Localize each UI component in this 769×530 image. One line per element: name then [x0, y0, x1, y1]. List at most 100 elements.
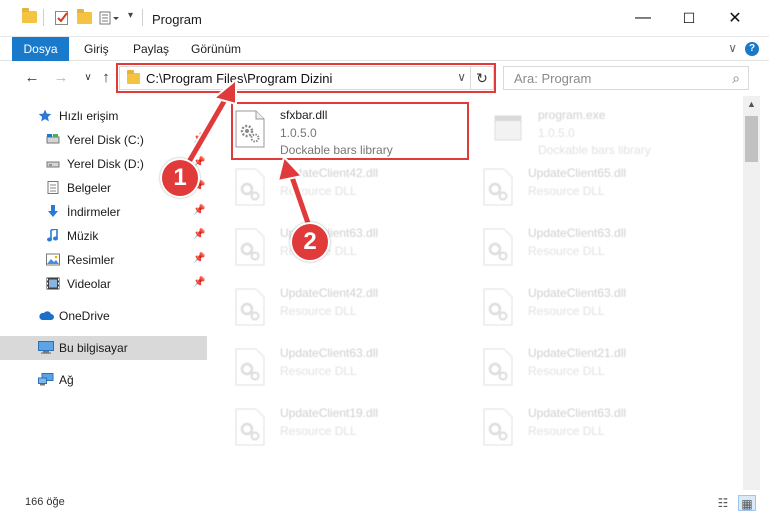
- videos-icon: [46, 277, 60, 290]
- scroll-thumb[interactable]: [745, 116, 758, 162]
- pin-icon: 📌: [193, 133, 206, 144]
- file-description: Dockable bars library: [538, 143, 651, 157]
- pin-icon: 📌: [193, 277, 206, 288]
- address-highlight-box: [116, 63, 496, 93]
- file-type: Resource DLL: [528, 424, 605, 438]
- details-view-icon[interactable]: ☷: [714, 495, 732, 511]
- file-tile[interactable]: UpdateClient65.dll Resource DLL: [468, 162, 708, 214]
- file-tile[interactable]: UpdateClient63.dll Resource DLL: [468, 282, 708, 334]
- cloud-icon: [39, 311, 54, 320]
- file-tile[interactable]: UpdateClient63.dll Resource DLL: [220, 342, 460, 394]
- network-icon: [38, 373, 54, 386]
- status-bar: 166 öğe ☷ ▦: [0, 492, 769, 514]
- file-highlight-box: [231, 102, 469, 160]
- sidebar-item-this-pc[interactable]: Bu bilgisayar: [0, 336, 207, 360]
- sidebar-item-label: OneDrive: [59, 309, 110, 323]
- tab-file[interactable]: Dosya: [12, 37, 69, 61]
- file-tile[interactable]: UpdateClient63.dll Resource DLL: [220, 222, 460, 274]
- file-tile[interactable]: UpdateClient21.dll Resource DLL: [468, 342, 708, 394]
- quick-access-dropdown-icon[interactable]: ▾: [128, 10, 133, 21]
- file-name: UpdateClient63.dll: [528, 226, 627, 240]
- downloads-icon: [48, 205, 58, 217]
- divider: [142, 9, 143, 26]
- sidebar-item-label: Resimler: [67, 253, 115, 267]
- tab-share[interactable]: Paylaş: [133, 37, 169, 61]
- vertical-scrollbar[interactable]: ▲: [743, 96, 760, 490]
- file-type: Resource DLL: [528, 244, 605, 258]
- dll-file-icon: [483, 168, 513, 206]
- file-name: program.exe: [538, 108, 606, 122]
- sidebar-item-onedrive[interactable]: OneDrive: [0, 304, 207, 328]
- file-name: UpdateClient63.dll: [280, 346, 379, 360]
- exe-file-icon: [494, 115, 522, 141]
- dll-file-icon: [235, 168, 265, 206]
- file-name: UpdateClient63.dll: [528, 286, 627, 300]
- sidebar-item-local-disk-c[interactable]: Yerel Disk (C:) 📌: [0, 128, 207, 152]
- drive-icon: [46, 161, 60, 168]
- file-name: UpdateClient19.dll: [280, 406, 379, 420]
- minimize-button[interactable]: —: [620, 0, 666, 36]
- file-name: UpdateClient42.dll: [280, 286, 379, 300]
- divider: [43, 9, 44, 26]
- help-icon[interactable]: ?: [745, 42, 759, 56]
- scroll-up-icon[interactable]: ▲: [743, 96, 760, 113]
- file-tile-program-exe[interactable]: program.exe 1.0.5.0 Dockable bars librar…: [478, 104, 718, 157]
- sidebar-item-videos[interactable]: Videolar 📌: [0, 272, 207, 296]
- search-input[interactable]: Ara: Program: [514, 71, 591, 86]
- item-count: 166 öğe: [25, 496, 65, 508]
- drive-icon: [46, 134, 60, 144]
- up-button[interactable]: ↑: [96, 68, 116, 88]
- recent-locations-icon[interactable]: ∨: [78, 68, 98, 88]
- tab-view[interactable]: Görünüm: [191, 37, 241, 61]
- properties-icon[interactable]: [54, 10, 70, 29]
- file-tile[interactable]: UpdateClient42.dll Resource DLL: [220, 162, 460, 214]
- sidebar-item-label: Müzik: [67, 229, 99, 243]
- file-tile[interactable]: UpdateClient63.dll Resource DLL: [468, 222, 708, 274]
- file-type: Resource DLL: [528, 364, 605, 378]
- tiles-view-icon[interactable]: ▦: [738, 495, 756, 511]
- file-type: Resource DLL: [528, 184, 605, 198]
- computer-icon: [38, 341, 54, 354]
- forward-button[interactable]: →: [51, 68, 71, 88]
- sidebar-item-label: Belgeler: [67, 181, 112, 195]
- sidebar-item-label: Yerel Disk (D:): [67, 157, 144, 171]
- file-type: Resource DLL: [280, 424, 357, 438]
- file-tile[interactable]: UpdateClient63.dll Resource DLL: [468, 402, 708, 454]
- file-type: Resource DLL: [280, 304, 357, 318]
- search-box[interactable]: Ara: Program ⌕: [503, 66, 749, 90]
- pin-icon: 📌: [193, 253, 206, 264]
- file-name: UpdateClient63.dll: [528, 406, 627, 420]
- file-name: UpdateClient42.dll: [280, 166, 379, 180]
- ribbon-collapse-icon[interactable]: ∨: [728, 41, 737, 55]
- sidebar-item-pictures[interactable]: Resimler 📌: [0, 248, 207, 272]
- callout-step-2: 2: [290, 222, 330, 262]
- file-tile[interactable]: UpdateClient42.dll Resource DLL: [220, 282, 460, 334]
- dll-file-icon: [483, 348, 513, 386]
- dll-file-icon: [235, 228, 265, 266]
- ribbon-tabs: Dosya Giriş Paylaş Görünüm ∨ ?: [0, 37, 769, 61]
- title-bar: ▾ Program — ☐ ✕: [0, 0, 769, 37]
- maximize-button[interactable]: ☐: [666, 0, 712, 36]
- file-name: UpdateClient21.dll: [528, 346, 627, 360]
- sidebar-item-music[interactable]: Müzik 📌: [0, 224, 207, 248]
- sidebar-item-network[interactable]: Ağ: [0, 368, 207, 392]
- customize-quick-access-icon[interactable]: [99, 10, 121, 29]
- tab-home[interactable]: Giriş: [84, 37, 109, 61]
- sidebar-item-label: İndirmeler: [67, 205, 121, 219]
- file-type: Resource DLL: [280, 184, 357, 198]
- sidebar-item-label: Yerel Disk (C:): [67, 133, 144, 147]
- sidebar-item-quick-access[interactable]: Hızlı erişim: [0, 104, 207, 128]
- sidebar-item-label: Ağ: [59, 373, 74, 387]
- sidebar-item-label: Videolar: [67, 277, 111, 291]
- back-button[interactable]: ←: [22, 68, 42, 88]
- music-icon: [47, 229, 58, 242]
- dll-file-icon: [483, 228, 513, 266]
- file-tile[interactable]: UpdateClient19.dll Resource DLL: [220, 402, 460, 454]
- window-title: Program: [152, 12, 202, 27]
- sidebar-item-downloads[interactable]: İndirmeler 📌: [0, 200, 207, 224]
- pin-icon: 📌: [193, 229, 206, 240]
- new-folder-icon[interactable]: [77, 9, 92, 24]
- close-button[interactable]: ✕: [712, 0, 758, 36]
- dll-file-icon: [483, 408, 513, 446]
- documents-icon: [47, 181, 59, 194]
